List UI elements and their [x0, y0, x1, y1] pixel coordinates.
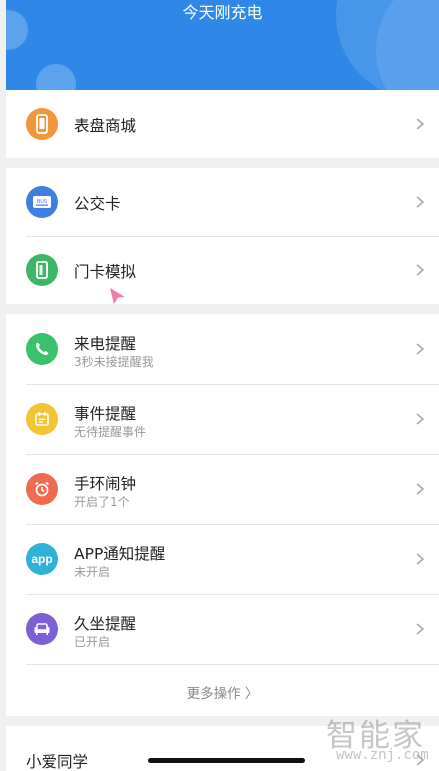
bus-card-icon: BUS — [26, 186, 58, 218]
call-reminder-status: 3秒未接提醒我 — [74, 355, 154, 369]
event-reminder-label: 事件提醒 — [74, 405, 137, 423]
divider — [26, 664, 439, 665]
call-reminder-item[interactable]: 来电提醒 3秒未接提醒我 — [6, 314, 439, 384]
door-card-label: 门卡模拟 — [74, 263, 137, 281]
bus-card-label: 公交卡 — [74, 195, 121, 213]
event-reminder-status: 无待提醒事件 — [74, 425, 147, 439]
bus-card-item[interactable]: BUS 公交卡 — [6, 168, 439, 236]
chevron-right-icon — [416, 623, 425, 635]
reminders-section: 来电提醒 3秒未接提醒我 事件提醒 无待提醒事件 手环闹钟 开启了1个 app … — [6, 314, 439, 716]
app-notification-status: 未开启 — [74, 565, 111, 579]
chevron-right-icon — [416, 264, 425, 276]
door-card-icon — [26, 254, 58, 286]
phone-icon — [26, 333, 58, 365]
chevron-right-icon — [416, 483, 425, 495]
band-alarm-item[interactable]: 手环闹钟 开启了1个 — [6, 454, 439, 524]
alarm-clock-icon — [26, 473, 58, 505]
sofa-icon — [26, 613, 58, 645]
svg-text:BUS: BUS — [37, 199, 47, 205]
app-icon: app — [26, 543, 58, 575]
call-reminder-label: 来电提醒 — [74, 335, 137, 353]
watermark-url: www.znj.com — [336, 747, 429, 763]
chevron-right-icon — [416, 118, 425, 130]
sedentary-reminder-status: 已开启 — [74, 635, 111, 649]
battery-status-title: 今天刚充电 — [182, 3, 263, 22]
chevron-right-icon — [416, 413, 425, 425]
sedentary-reminder-item[interactable]: 久坐提醒 已开启 — [6, 594, 439, 664]
app-icon-text: app — [31, 552, 53, 566]
watch-face-card: 表盘商城 — [6, 90, 439, 158]
band-alarm-status: 开启了1个 — [74, 495, 130, 509]
app-notification-item[interactable]: app APP通知提醒 未开启 — [6, 524, 439, 594]
door-card-item[interactable]: 门卡模拟 — [6, 236, 439, 304]
watch-face-store-item[interactable]: 表盘商城 — [6, 90, 439, 158]
watch-icon — [26, 108, 58, 140]
event-reminder-item[interactable]: 事件提醒 无待提醒事件 — [6, 384, 439, 454]
more-actions-link[interactable]: 更多操作 〉 — [6, 682, 439, 702]
site-watermark: 智能家 www.znj.com — [326, 710, 436, 766]
decorative-circle — [36, 64, 76, 90]
touch-pointer-icon — [110, 288, 125, 304]
cards-section: BUS 公交卡 门卡模拟 — [6, 168, 439, 304]
sedentary-reminder-label: 久坐提醒 — [74, 615, 137, 633]
home-indicator[interactable] — [148, 758, 305, 763]
watch-face-store-label: 表盘商城 — [74, 117, 137, 135]
assistant-label: 小爱同学 — [26, 753, 89, 771]
band-alarm-label: 手环闹钟 — [74, 475, 137, 493]
chevron-right-icon — [416, 343, 425, 355]
header-banner: 今天刚充电 — [6, 0, 439, 90]
app-notification-label: APP通知提醒 — [74, 545, 166, 563]
calendar-icon — [26, 403, 58, 435]
chevron-right-icon — [416, 553, 425, 565]
chevron-right-icon — [416, 196, 425, 208]
app-screen: 今天刚充电 表盘商城 BUS 公交卡 门卡模拟 来电提醒 3秒未接提醒我 事件提… — [0, 0, 439, 771]
